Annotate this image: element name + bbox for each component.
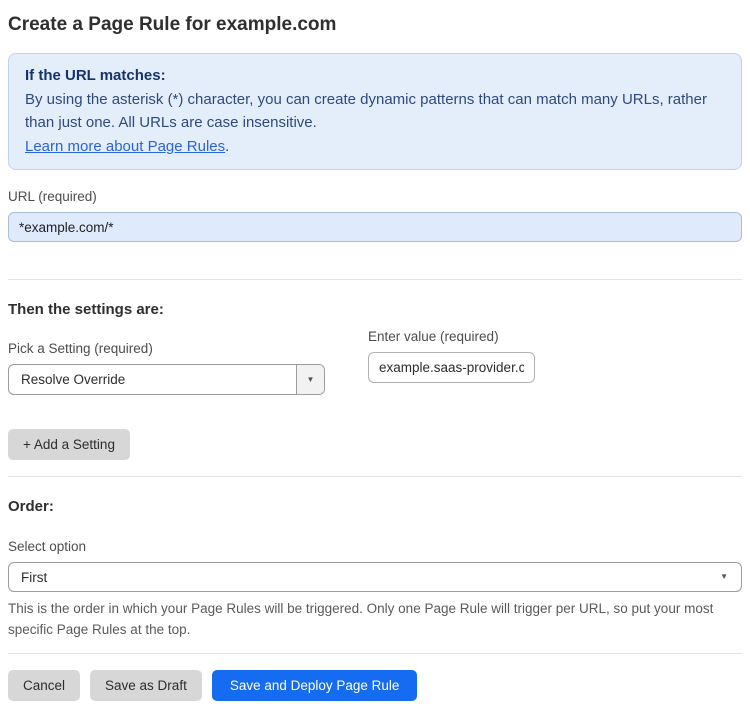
url-input[interactable] — [8, 212, 742, 242]
setting-value-column: Enter value (required) — [368, 329, 535, 383]
setting-picker-value: Resolve Override — [21, 372, 126, 387]
url-match-info-box: If the URL matches: By using the asteris… — [8, 53, 742, 170]
order-select-label: Select option — [8, 539, 87, 554]
save-deploy-button[interactable]: Save and Deploy Page Rule — [211, 670, 418, 701]
info-box-link-line: Learn more about Page Rules. — [25, 135, 725, 159]
setting-picker-arrow-button[interactable]: ▼ — [296, 365, 324, 394]
page-rules-link[interactable]: Learn more about Page Rules — [25, 138, 225, 155]
section-divider — [8, 476, 742, 477]
add-setting-button[interactable]: + Add a Setting — [8, 429, 130, 460]
setting-value-input[interactable] — [368, 352, 535, 383]
link-suffix: . — [225, 137, 230, 155]
footer-buttons: Cancel Save as Draft Save and Deploy Pag… — [8, 670, 742, 701]
page-title: Create a Page Rule for example.com — [8, 14, 337, 35]
chevron-down-icon: ▼ — [720, 572, 728, 581]
settings-section-heading: Then the settings are: — [8, 301, 164, 318]
info-box-heading: If the URL matches: — [25, 67, 166, 84]
setting-row: Pick a Setting (required) Resolve Overri… — [8, 322, 742, 395]
info-box-body: By using the asterisk (*) character, you… — [25, 90, 707, 132]
order-select-value: First — [21, 569, 48, 585]
setting-picker-dropdown[interactable]: Resolve Override ▼ — [8, 364, 325, 395]
page-rule-form: Create a Page Rule for example.com If th… — [0, 0, 750, 721]
order-select[interactable]: First ▼ — [8, 562, 742, 592]
setting-picker-column: Pick a Setting (required) Resolve Overri… — [8, 322, 325, 395]
cancel-button[interactable]: Cancel — [8, 670, 81, 701]
footer-divider — [8, 653, 742, 654]
save-draft-button[interactable]: Save as Draft — [90, 670, 202, 701]
url-label: URL (required) — [8, 189, 97, 204]
section-divider — [8, 279, 742, 280]
setting-picker-label: Pick a Setting (required) — [8, 341, 153, 356]
order-section-heading: Order: — [8, 498, 54, 515]
order-help-text: This is the order in which your Page Rul… — [8, 601, 714, 637]
chevron-down-icon: ▼ — [306, 374, 315, 384]
setting-value-label: Enter value (required) — [368, 329, 499, 344]
